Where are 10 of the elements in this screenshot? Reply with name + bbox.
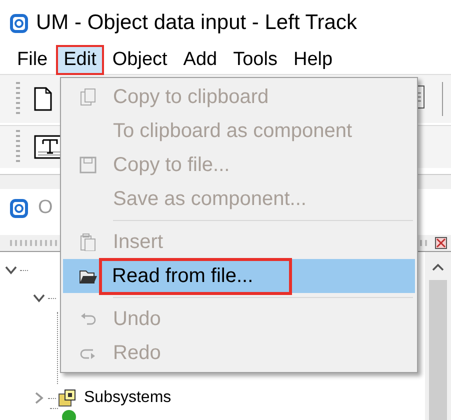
window-title: UM - Object data input - Left Track — [36, 11, 357, 35]
menu-item[interactable]: Help — [285, 45, 341, 75]
menu-item[interactable]: File — [9, 45, 56, 75]
menu-item[interactable]: Object — [104, 45, 176, 75]
menu-item[interactable]: Tools — [225, 45, 286, 75]
menu-option[interactable]: Read from file... — [63, 259, 415, 293]
tree-item[interactable]: Subsystems — [84, 389, 172, 407]
panel-title: O — [38, 197, 53, 219]
menu-item[interactable]: Add — [175, 45, 226, 75]
menu-item[interactable]: Edit — [56, 45, 104, 75]
